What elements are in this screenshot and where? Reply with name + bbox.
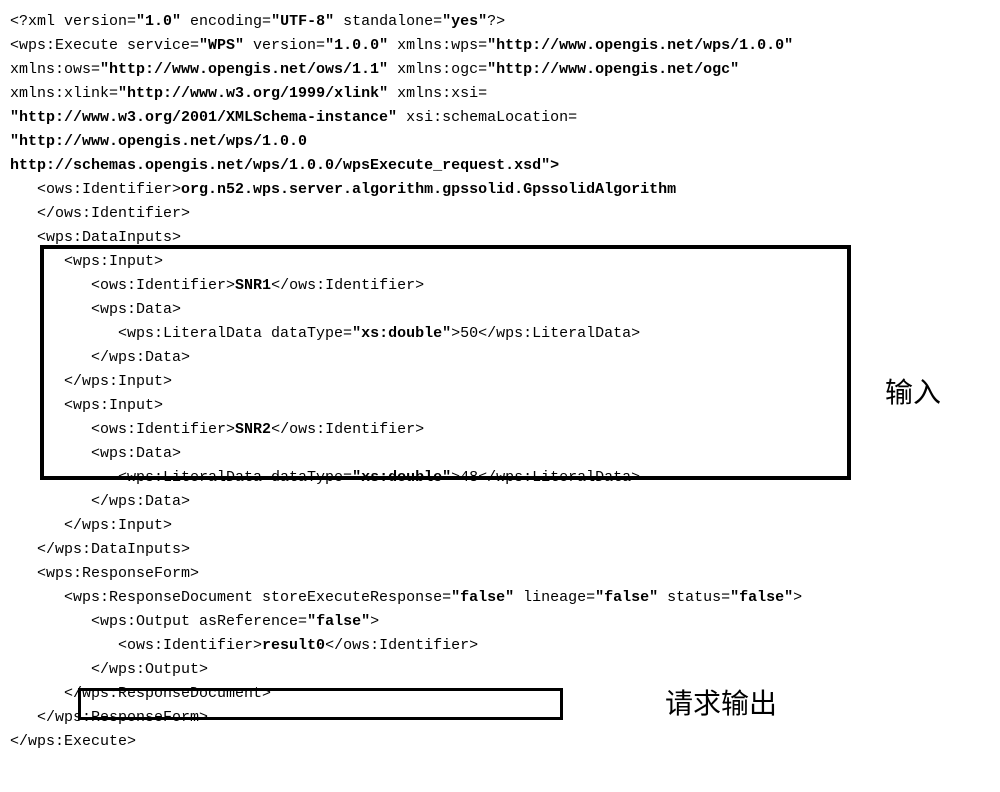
input-label: 输入 — [885, 372, 941, 417]
input1-data-open: <wps:Data> — [10, 298, 990, 322]
response-doc-close: </wps:ResponseDocument> — [10, 682, 990, 706]
response-form-close: </wps:ResponseForm> — [10, 706, 990, 730]
input2-open: <wps:Input> — [10, 394, 990, 418]
input1-identifier: <ows:Identifier>SNR1</ows:Identifier> — [10, 274, 990, 298]
execute-open-l2: xmlns:ows="http://www.opengis.net/ows/1.… — [10, 58, 990, 82]
input1-data-close: </wps:Data> — [10, 346, 990, 370]
input1-open: <wps:Input> — [10, 250, 990, 274]
input2-data-close: </wps:Data> — [10, 490, 990, 514]
input1-literal: <wps:LiteralData dataType="xs:double">50… — [10, 322, 990, 346]
input2-data-open: <wps:Data> — [10, 442, 990, 466]
identifier-open: <ows:Identifier>org.n52.wps.server.algor… — [10, 178, 990, 202]
input2-close: </wps:Input> — [10, 514, 990, 538]
output-close: </wps:Output> — [10, 658, 990, 682]
output-label: 请求输出 — [665, 683, 777, 728]
execute-open-l4: "http://www.w3.org/2001/XMLSchema-instan… — [10, 106, 990, 130]
data-inputs-open: <wps:DataInputs> — [10, 226, 990, 250]
data-inputs-close: </wps:DataInputs> — [10, 538, 990, 562]
execute-open-l6: http://schemas.opengis.net/wps/1.0.0/wps… — [10, 154, 990, 178]
identifier-close: </ows:Identifier> — [10, 202, 990, 226]
execute-close: </wps:Execute> — [10, 730, 990, 754]
execute-open-l1: <wps:Execute service="WPS" version="1.0.… — [10, 34, 990, 58]
output-identifier: <ows:Identifier>result0</ows:Identifier> — [10, 634, 990, 658]
execute-open-l3: xmlns:xlink="http://www.w3.org/1999/xlin… — [10, 82, 990, 106]
input1-close: </wps:Input> — [10, 370, 990, 394]
execute-open-l5: "http://www.opengis.net/wps/1.0.0 — [10, 130, 990, 154]
xml-document-container: <?xml version="1.0" encoding="UTF-8" sta… — [10, 10, 990, 754]
input2-identifier: <ows:Identifier>SNR2</ows:Identifier> — [10, 418, 990, 442]
response-doc-open: <wps:ResponseDocument storeExecuteRespon… — [10, 586, 990, 610]
input2-literal: <wps:LiteralData dataType="xs:double">48… — [10, 466, 990, 490]
xml-declaration: <?xml version="1.0" encoding="UTF-8" sta… — [10, 10, 990, 34]
response-form-open: <wps:ResponseForm> — [10, 562, 990, 586]
output-open: <wps:Output asReference="false"> — [10, 610, 990, 634]
